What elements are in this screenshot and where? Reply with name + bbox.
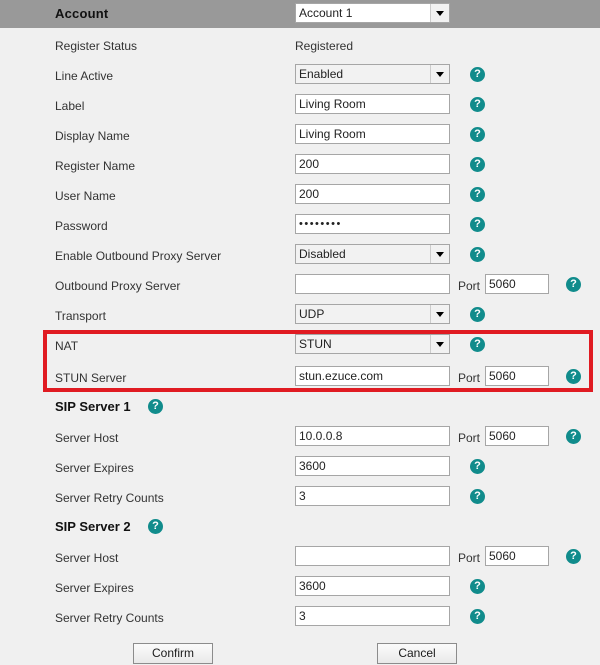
row-label: Label Living Room bbox=[0, 92, 600, 122]
help-icon-transport[interactable] bbox=[470, 307, 485, 322]
help-icon-stun-server[interactable] bbox=[566, 369, 581, 384]
help-icon-sip2-server-retry-counts[interactable] bbox=[470, 609, 485, 624]
user-name-input[interactable]: 200 bbox=[295, 184, 450, 204]
line-active-select[interactable]: Enabled bbox=[295, 64, 450, 84]
help-icon-display-name[interactable] bbox=[470, 127, 485, 142]
sip1-server-retry-counts-label: Server Retry Counts bbox=[55, 491, 164, 505]
help-icon-nat[interactable] bbox=[470, 337, 485, 352]
register-name-input[interactable]: 200 bbox=[295, 154, 450, 174]
sip1-server-expires-input[interactable]: 3600 bbox=[295, 456, 450, 476]
row-sip2-server-host: Server Host Port 5060 bbox=[0, 544, 600, 574]
sip1-server-host-label: Server Host bbox=[55, 431, 119, 445]
transport-label: Transport bbox=[55, 309, 106, 323]
sip2-server-retry-counts-label: Server Retry Counts bbox=[55, 611, 164, 625]
help-icon-sip-server-2[interactable] bbox=[148, 519, 163, 534]
stun-server-label: STUN Server bbox=[55, 371, 127, 385]
sip-server-2-heading: SIP Server 2 bbox=[55, 519, 131, 534]
row-stun-server: STUN Server stun.ezuce.com Port 5060 bbox=[0, 364, 600, 394]
row-password: Password •••••••• bbox=[0, 212, 600, 242]
register-status-label: Register Status bbox=[55, 39, 138, 53]
sip1-port-input[interactable]: 5060 bbox=[485, 426, 549, 446]
help-icon-register-name[interactable] bbox=[470, 157, 485, 172]
outbound-proxy-server-input[interactable] bbox=[295, 274, 450, 294]
help-icon-sip1-server-retry-counts[interactable] bbox=[470, 489, 485, 504]
chevron-down-glyph bbox=[436, 72, 444, 77]
help-icon-outbound-proxy-server[interactable] bbox=[566, 277, 581, 292]
sip1-port-label: Port bbox=[458, 431, 481, 445]
display-name-input[interactable]: Living Room bbox=[295, 124, 450, 144]
row-sip1-server-host: Server Host 10.0.0.8 Port 5060 bbox=[0, 424, 600, 454]
sip1-server-retry-counts-input[interactable]: 3 bbox=[295, 486, 450, 506]
sip1-server-expires-label: Server Expires bbox=[55, 461, 134, 475]
transport-value: UDP bbox=[299, 307, 325, 321]
row-sip1-server-expires: Server Expires 3600 bbox=[0, 454, 600, 484]
nat-value: STUN bbox=[299, 337, 332, 351]
confirm-button[interactable]: Confirm bbox=[133, 643, 213, 664]
help-icon-sip1-server-host[interactable] bbox=[566, 429, 581, 444]
label-field-input[interactable]: Living Room bbox=[295, 94, 450, 114]
sip-server-1-heading: SIP Server 1 bbox=[55, 399, 131, 414]
sip2-port-label: Port bbox=[458, 551, 481, 565]
row-transport: Transport UDP bbox=[0, 302, 600, 332]
sip2-server-host-label: Server Host bbox=[55, 551, 119, 565]
help-icon-user-name[interactable] bbox=[470, 187, 485, 202]
help-icon-label[interactable] bbox=[470, 97, 485, 112]
page-title: Account bbox=[55, 6, 109, 21]
display-name-label: Display Name bbox=[55, 129, 130, 143]
row-line-active: Line Active Enabled bbox=[0, 62, 600, 92]
account-select[interactable]: Account 1 bbox=[295, 3, 450, 23]
row-sip-server-2-heading: SIP Server 2 bbox=[0, 514, 600, 544]
cancel-button[interactable]: Cancel bbox=[377, 643, 457, 664]
row-sip1-server-retry-counts: Server Retry Counts 3 bbox=[0, 484, 600, 514]
sip2-server-expires-label: Server Expires bbox=[55, 581, 134, 595]
sip2-server-expires-input[interactable]: 3600 bbox=[295, 576, 450, 596]
enable-outbound-proxy-value: Disabled bbox=[299, 247, 346, 261]
row-outbound-proxy-server: Outbound Proxy Server Port 5060 bbox=[0, 272, 600, 302]
register-status-value: Registered bbox=[295, 39, 354, 53]
row-nat: NAT STUN bbox=[0, 332, 600, 362]
line-active-label: Line Active bbox=[55, 69, 114, 83]
help-icon-sip2-server-expires[interactable] bbox=[470, 579, 485, 594]
password-label: Password bbox=[55, 219, 108, 233]
account-select-value: Account 1 bbox=[299, 6, 353, 20]
help-icon-sip1-server-expires[interactable] bbox=[470, 459, 485, 474]
row-display-name: Display Name Living Room bbox=[0, 122, 600, 152]
help-icon-enable-outbound-proxy[interactable] bbox=[470, 247, 485, 262]
enable-outbound-proxy-label: Enable Outbound Proxy Server bbox=[55, 249, 222, 263]
row-sip2-server-expires: Server Expires 3600 bbox=[0, 574, 600, 604]
nat-label: NAT bbox=[55, 339, 79, 353]
nat-select[interactable]: STUN bbox=[295, 334, 450, 354]
stun-server-port-label: Port bbox=[458, 371, 481, 385]
row-sip2-server-retry-counts: Server Retry Counts 3 bbox=[0, 604, 600, 634]
stun-server-port-input[interactable]: 5060 bbox=[485, 366, 549, 386]
row-enable-outbound-proxy: Enable Outbound Proxy Server Disabled bbox=[0, 242, 600, 272]
enable-outbound-proxy-select[interactable]: Disabled bbox=[295, 244, 450, 264]
row-sip-server-1-heading: SIP Server 1 bbox=[0, 394, 600, 424]
stun-server-input[interactable]: stun.ezuce.com bbox=[295, 366, 450, 386]
transport-select[interactable]: UDP bbox=[295, 304, 450, 324]
row-user-name: User Name 200 bbox=[0, 182, 600, 212]
user-name-label: User Name bbox=[55, 189, 116, 203]
password-input[interactable]: •••••••• bbox=[295, 214, 450, 234]
outbound-proxy-server-label: Outbound Proxy Server bbox=[55, 279, 181, 293]
chevron-down-glyph bbox=[436, 342, 444, 347]
row-register-status: Register Status Registered bbox=[0, 32, 600, 62]
chevron-down-glyph bbox=[436, 312, 444, 317]
line-active-value: Enabled bbox=[299, 67, 344, 81]
sip2-server-retry-counts-input[interactable]: 3 bbox=[295, 606, 450, 626]
outbound-proxy-port-label: Port bbox=[458, 279, 481, 293]
help-icon-line-active[interactable] bbox=[470, 67, 485, 82]
help-icon-sip-server-1[interactable] bbox=[148, 399, 163, 414]
sip1-server-host-input[interactable]: 10.0.0.8 bbox=[295, 426, 450, 446]
register-name-label: Register Name bbox=[55, 159, 136, 173]
row-register-name: Register Name 200 bbox=[0, 152, 600, 182]
outbound-proxy-port-input[interactable]: 5060 bbox=[485, 274, 549, 294]
chevron-down-glyph bbox=[436, 11, 444, 16]
chevron-down-glyph bbox=[436, 252, 444, 257]
sip2-port-input[interactable]: 5060 bbox=[485, 546, 549, 566]
sip2-server-host-input[interactable] bbox=[295, 546, 450, 566]
help-icon-password[interactable] bbox=[470, 217, 485, 232]
label-field-label: Label bbox=[55, 99, 85, 113]
help-icon-sip2-server-host[interactable] bbox=[566, 549, 581, 564]
